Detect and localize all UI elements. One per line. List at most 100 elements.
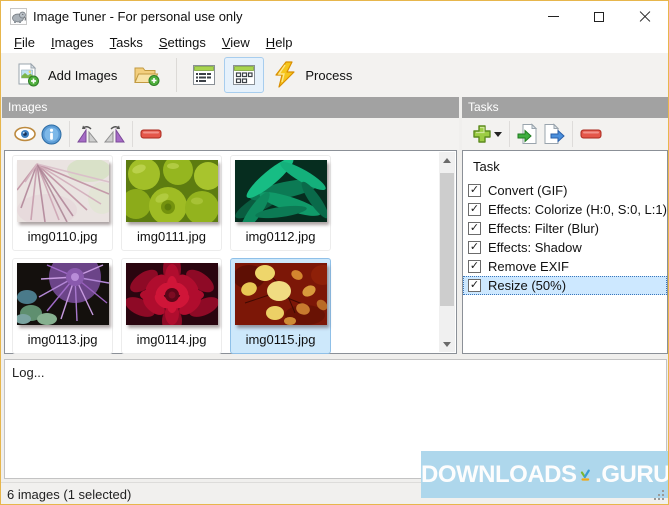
info-button[interactable]: [38, 122, 64, 146]
checkbox-checked[interactable]: ✓: [468, 279, 481, 292]
thumbnail-label: img0110.jpg: [27, 229, 98, 244]
task-column-header: Task: [473, 159, 500, 174]
rotate-left-icon: [77, 125, 99, 143]
app-icon: [10, 8, 27, 25]
downloads-guru-watermark: DOWNLOADS .GURU: [421, 451, 669, 498]
images-toolbar: [2, 118, 459, 150]
main-toolbar: Add Images Process: [1, 53, 668, 97]
watermark-text-right: .GURU: [595, 460, 669, 488]
task-row-remove-exif[interactable]: ✓ Remove EXIF: [463, 257, 667, 276]
resize-grip[interactable]: [653, 489, 665, 501]
rotate-left-button[interactable]: [75, 122, 101, 146]
remove-icon: [140, 129, 162, 139]
list-view-icon: [193, 65, 216, 85]
info-icon: [41, 124, 61, 144]
thumbnail-image: [17, 263, 109, 325]
maximize-button[interactable]: [576, 1, 622, 32]
import-tasks-button[interactable]: [515, 122, 541, 146]
preview-button[interactable]: [12, 122, 38, 146]
export-tasks-button[interactable]: [541, 122, 567, 146]
thumbnail-image: [126, 160, 218, 222]
tasks-panel-title: Tasks: [468, 100, 499, 114]
thumbnail-image: [235, 263, 327, 325]
checkbox-checked[interactable]: ✓: [468, 184, 481, 197]
rotate-right-icon: [103, 125, 125, 143]
add-images-button[interactable]: Add Images: [7, 56, 125, 94]
task-row-shadow[interactable]: ✓ Effects: Shadow: [463, 238, 667, 257]
process-button[interactable]: Process: [264, 55, 360, 95]
thumbnail-view-button[interactable]: [224, 57, 265, 93]
thumbnail-image: [17, 160, 109, 222]
menu-file[interactable]: File: [6, 33, 43, 52]
scroll-up-icon[interactable]: [439, 152, 455, 168]
rotate-right-button[interactable]: [101, 122, 127, 146]
minimize-button[interactable]: [530, 1, 576, 32]
thumbnail-label: img0111.jpg: [137, 229, 206, 244]
import-icon: [517, 123, 538, 144]
list-view-button[interactable]: [184, 57, 224, 93]
add-task-button[interactable]: [470, 122, 504, 146]
thumbnail-img0114[interactable]: img0114.jpg: [121, 258, 222, 354]
images-panel-header: Images: [2, 97, 459, 118]
images-scrollbar[interactable]: [439, 152, 455, 352]
thumbnail-image: [126, 263, 218, 325]
close-button[interactable]: [622, 1, 668, 32]
checkbox-checked[interactable]: ✓: [468, 203, 481, 216]
thumbnail-img0115[interactable]: img0115.jpg: [230, 258, 331, 354]
eye-icon: [14, 126, 36, 142]
app-window: Image Tuner - For personal use only File…: [0, 0, 669, 505]
thumbnail-label: img0115.jpg: [245, 332, 316, 347]
thumbnail-img0112[interactable]: img0112.jpg: [230, 155, 331, 251]
thumbnail-img0110[interactable]: img0110.jpg: [12, 155, 113, 251]
task-label: Effects: Filter (Blur): [488, 221, 600, 236]
export-icon: [544, 123, 565, 144]
task-row-colorize[interactable]: ✓ Effects: Colorize (H:0, S:0, L:1): [463, 200, 667, 219]
task-row-filter[interactable]: ✓ Effects: Filter (Blur): [463, 219, 667, 238]
thumbnail-view-icon: [233, 65, 256, 85]
add-folder-button[interactable]: [125, 56, 169, 94]
menu-settings[interactable]: Settings: [151, 33, 214, 52]
task-label: Effects: Colorize (H:0, S:0, L:1): [488, 202, 667, 217]
remove-icon: [580, 129, 602, 139]
task-label: Effects: Shadow: [488, 240, 582, 255]
thumbnail-img0113[interactable]: img0113.jpg: [12, 258, 113, 354]
task-row-convert[interactable]: ✓ Convert (GIF): [463, 181, 667, 200]
images-toolbar-separator: [132, 121, 133, 147]
remove-image-button[interactable]: [138, 122, 164, 146]
thumbnail-label: img0114.jpg: [136, 332, 207, 347]
menu-bar: File Images Tasks Settings View Help: [1, 32, 668, 53]
add-images-label: Add Images: [48, 67, 118, 83]
status-text: 6 images (1 selected): [7, 486, 132, 502]
plus-icon: [473, 125, 491, 143]
process-label: Process: [305, 67, 353, 83]
add-image-icon: [18, 62, 39, 87]
title-bar: Image Tuner - For personal use only: [1, 1, 668, 32]
task-row-resize[interactable]: ✓ Resize (50%): [463, 276, 667, 295]
toolbar-separator: [176, 58, 178, 92]
thumbnail-label: img0112.jpg: [245, 229, 316, 244]
checkbox-checked[interactable]: ✓: [468, 241, 481, 254]
lightning-icon: [275, 61, 295, 88]
menu-images[interactable]: Images: [43, 33, 102, 52]
checkbox-checked[interactable]: ✓: [468, 260, 481, 273]
tasks-toolbar-separator: [509, 121, 510, 147]
remove-task-button[interactable]: [578, 122, 604, 146]
maximize-icon: [594, 11, 604, 22]
menu-help[interactable]: Help: [258, 33, 301, 52]
checkbox-checked[interactable]: ✓: [468, 222, 481, 235]
task-label: Convert (GIF): [488, 183, 568, 198]
menu-tasks[interactable]: Tasks: [102, 33, 151, 52]
task-list: Task ✓ Convert (GIF) ✓ Effects: Colorize…: [462, 150, 668, 354]
image-list: img0110.jpg img0111.jpg img0112.jpg img0…: [4, 150, 457, 354]
thumbnail-image: [235, 160, 327, 222]
images-panel-title: Images: [8, 100, 48, 114]
close-icon: [639, 11, 651, 23]
window-title: Image Tuner - For personal use only: [33, 9, 243, 24]
scroll-down-icon[interactable]: [439, 336, 455, 352]
scrollbar-thumb[interactable]: [440, 173, 454, 306]
thumbnail-img0111[interactable]: img0111.jpg: [121, 155, 222, 251]
thumbnail-label: img0113.jpg: [27, 332, 98, 347]
menu-view[interactable]: View: [214, 33, 258, 52]
watermark-text-left: DOWNLOADS: [421, 460, 577, 488]
tasks-panel-header: Tasks: [462, 97, 668, 118]
